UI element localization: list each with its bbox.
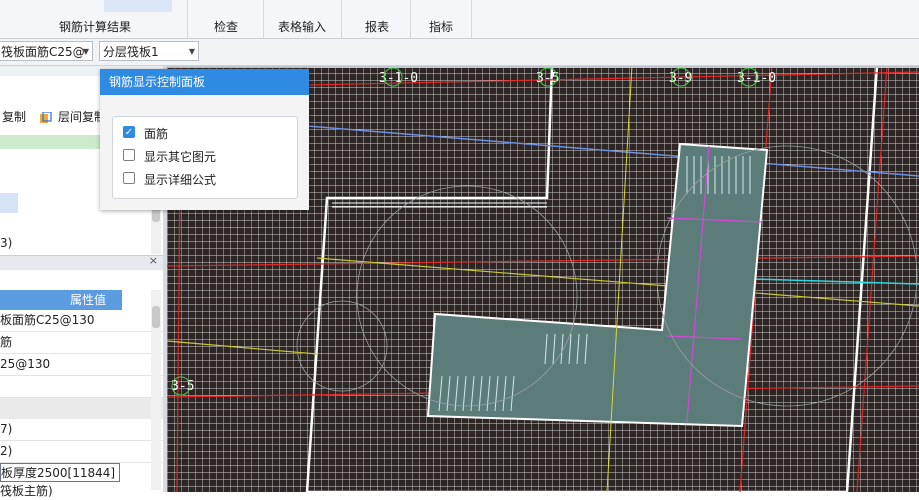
- prop-value[interactable]: [0, 376, 163, 398]
- checkbox-icon[interactable]: [123, 172, 135, 184]
- chevron-down-icon: ▼: [188, 47, 195, 56]
- component-select-value: 筏板面筋C25@: [1, 45, 85, 59]
- floor-copy-icon: [40, 111, 52, 123]
- floor-copy-button[interactable]: 层间复制: [58, 108, 106, 126]
- close-icon[interactable]: ×: [149, 254, 158, 267]
- option-show-others[interactable]: 显示其它图元: [113, 146, 297, 164]
- props-table: 板面筋C25@130 筋 25@130 7) 2) 板厚度2500[11844]…: [0, 310, 163, 500]
- option-label: 面筋: [144, 127, 169, 141]
- prop-group-row: [0, 398, 163, 419]
- prop-value[interactable]: 筏板主筋): [0, 482, 163, 500]
- component-select[interactable]: 筏板面筋C25@ ▼: [0, 41, 93, 61]
- prop-value[interactable]: 25@130: [0, 354, 163, 376]
- prop-value-editing[interactable]: 板厚度2500[11844]: [0, 463, 120, 482]
- prop-value[interactable]: 2): [0, 441, 163, 463]
- tab-check[interactable]: 检查: [190, 0, 262, 38]
- tree-scrollbar[interactable]: [151, 208, 161, 254]
- checkbox-icon[interactable]: [123, 149, 135, 161]
- panel-title: 钢筋显示控制面板: [100, 69, 309, 95]
- props-pane-header: ×: [0, 254, 163, 270]
- props-header-label: 属性值: [69, 293, 106, 307]
- tree-selection[interactable]: [0, 193, 18, 213]
- tree-item[interactable]: 3): [0, 235, 163, 251]
- layer-select[interactable]: 分层筏板1 ▼: [99, 41, 199, 61]
- props-scrollbar[interactable]: [151, 290, 161, 490]
- rebar-display-panel: 钢筋显示控制面板 ✓ 面筋 显示其它图元 显示详细公式: [100, 69, 309, 210]
- toolbar: 筏板面筋C25@ ▼ 分层筏板1 ▼: [0, 39, 919, 66]
- tab-rebar-results[interactable]: 钢筋计算结果: [20, 0, 170, 38]
- tab-table-input[interactable]: 表格输入: [264, 0, 340, 38]
- prop-value[interactable]: 7): [0, 419, 163, 441]
- checkbox-checked-icon[interactable]: ✓: [123, 126, 135, 138]
- copy-button[interactable]: 复制: [2, 108, 26, 126]
- tab-indicator[interactable]: 指标: [411, 0, 471, 38]
- option-label: 显示其它图元: [144, 150, 217, 164]
- prop-value[interactable]: 筋: [0, 332, 163, 354]
- layer-select-value: 分层筏板1: [103, 45, 159, 59]
- tab-report[interactable]: 报表: [342, 0, 412, 38]
- option-face-rebar[interactable]: ✓ 面筋: [113, 123, 297, 141]
- prop-value[interactable]: 板面筋C25@130: [0, 310, 163, 332]
- option-show-formula[interactable]: 显示详细公式: [113, 169, 297, 187]
- scrollbar-thumb[interactable]: [152, 306, 160, 328]
- ribbon-separator: [471, 0, 472, 38]
- options-box: ✓ 面筋 显示其它图元 显示详细公式: [112, 116, 298, 199]
- scrollbar-thumb[interactable]: [152, 208, 160, 222]
- chevron-down-icon: ▼: [82, 47, 89, 56]
- props-column-header: 属性值: [0, 290, 122, 310]
- ribbon: 钢筋计算结果 检查 表格输入 报表 指标: [0, 0, 919, 39]
- option-label: 显示详细公式: [144, 173, 217, 187]
- ribbon-separator: [187, 0, 188, 38]
- tree-item-label: 3): [0, 236, 13, 250]
